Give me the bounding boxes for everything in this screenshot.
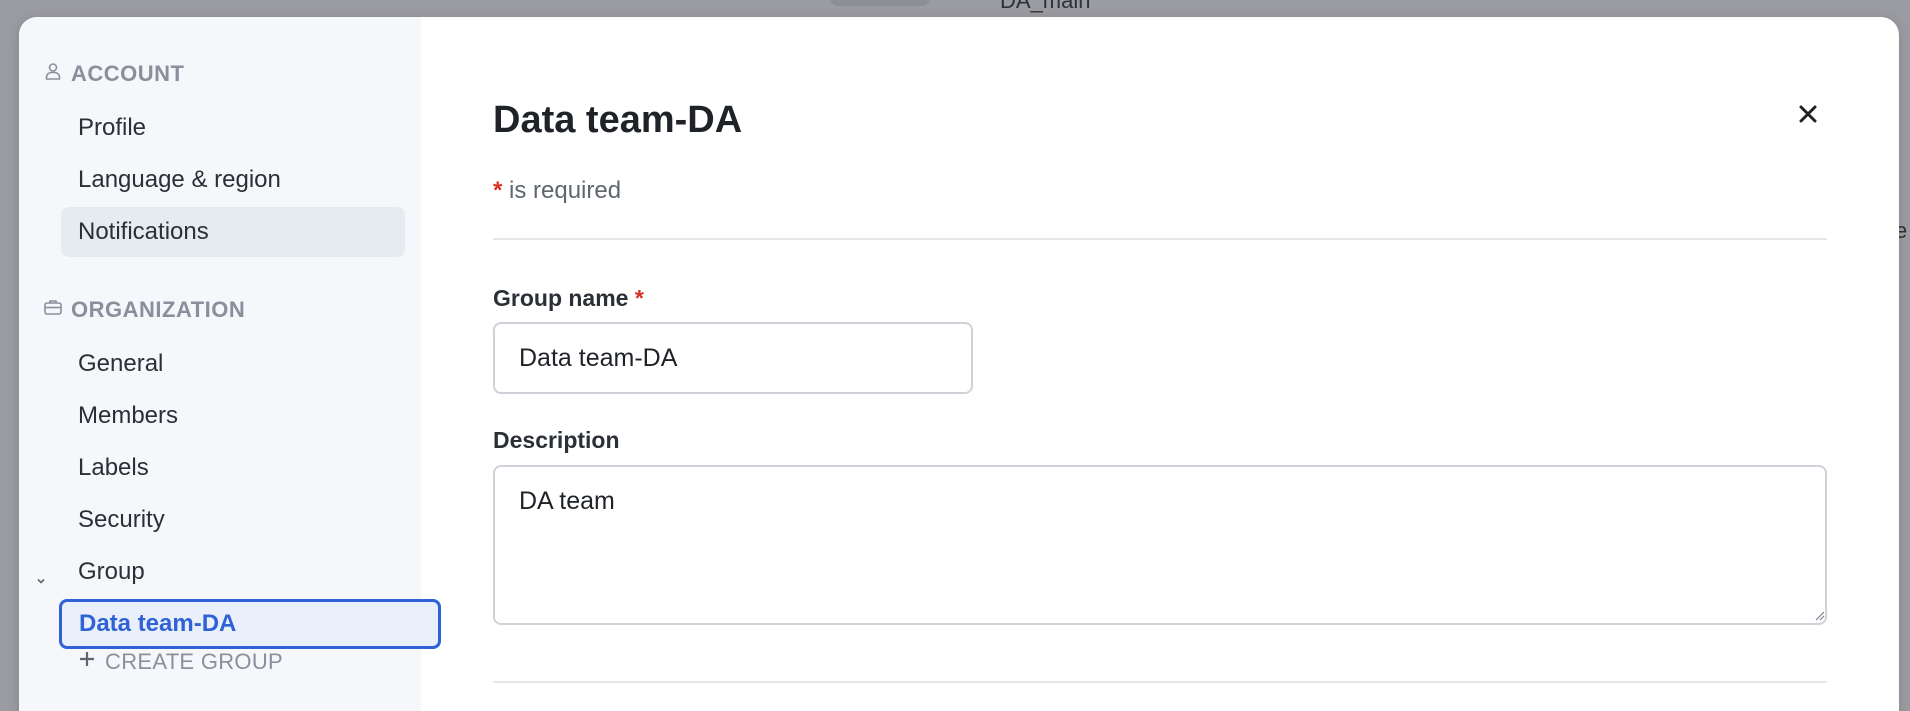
group-name-input[interactable]	[493, 322, 973, 394]
account-section-label: ACCOUNT	[71, 61, 185, 86]
required-note: * is required	[493, 177, 621, 205]
close-button[interactable]	[1791, 99, 1825, 133]
settings-sidebar: ACCOUNT Profile Language & region Notifi…	[19, 17, 441, 711]
sidebar-item-label: Language & region	[78, 166, 281, 193]
create-group-button[interactable]: CREATE GROUP	[77, 649, 283, 675]
sidebar-item-labels[interactable]: Labels	[61, 443, 405, 493]
divider	[493, 681, 1827, 683]
resize-handle-icon[interactable]	[1813, 609, 1825, 621]
required-star: *	[634, 285, 644, 311]
group-name-label: Group name *	[493, 285, 644, 312]
plus-icon	[77, 649, 97, 675]
create-group-label: CREATE GROUP	[105, 649, 283, 674]
sidebar-item-members[interactable]: Members	[61, 391, 405, 441]
sidebar-item-label: Group	[78, 558, 145, 585]
sidebar-item-profile[interactable]: Profile	[61, 103, 405, 153]
sidebar-item-label: Security	[78, 506, 165, 533]
page-title: Data team-DA	[493, 99, 743, 141]
background-top-text: DA_main	[1000, 0, 1091, 13]
description-label: Description	[493, 427, 620, 453]
sidebar-item-security[interactable]: Security	[61, 495, 405, 545]
user-icon	[43, 61, 63, 87]
required-star: *	[493, 177, 503, 204]
group-name-label-text: Group name	[493, 285, 629, 311]
sidebar-item-label: Profile	[78, 114, 147, 141]
organization-section-label: ORGANIZATION	[71, 297, 246, 322]
required-note-text: is required	[509, 177, 622, 204]
account-section-title: ACCOUNT	[43, 61, 185, 87]
sidebar-item-label: General	[78, 350, 164, 377]
sidebar-item-data-team-da[interactable]: Data team-DA	[59, 599, 441, 649]
close-icon	[1796, 102, 1820, 131]
description-textarea[interactable]: DA team	[493, 465, 1827, 625]
organization-section-title: ORGANIZATION	[43, 297, 245, 323]
sidebar-item-label: Labels	[78, 454, 149, 481]
group-edit-panel: Data team-DA * is required Group name * …	[421, 17, 1899, 711]
sidebar-item-label: Members	[78, 402, 179, 429]
sidebar-item-language-region[interactable]: Language & region	[61, 155, 405, 205]
background-app-topbar	[0, 0, 1910, 18]
settings-modal: ACCOUNT Profile Language & region Notifi…	[19, 17, 1899, 711]
sidebar-item-label: Notifications	[78, 218, 209, 245]
sidebar-item-label: Data team-DA	[79, 610, 237, 637]
briefcase-icon	[43, 297, 63, 323]
sidebar-item-group[interactable]: Group	[37, 547, 405, 597]
background-pill	[830, 0, 930, 6]
chevron-down-icon[interactable]	[35, 566, 47, 584]
divider	[493, 238, 1827, 240]
sidebar-item-notifications[interactable]: Notifications	[61, 207, 405, 257]
sidebar-item-general[interactable]: General	[61, 339, 405, 389]
